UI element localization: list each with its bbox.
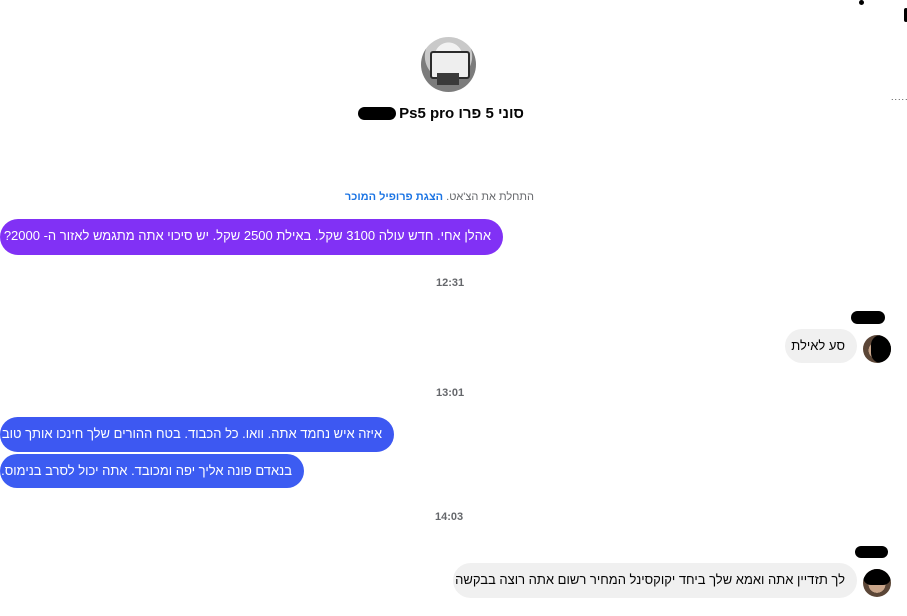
redaction-mark: [859, 0, 864, 5]
sender-avatar[interactable]: [863, 569, 891, 597]
outgoing-message[interactable]: בנאדם פונה אליך יפה ומכובד. אתה יכול לסר…: [0, 454, 304, 488]
timestamp: 14:03: [435, 511, 464, 523]
incoming-message[interactable]: לך תזדיין אתה ואמא שלך ביחד יקוקסינל המח…: [453, 563, 857, 598]
chat-started-notice: התחלת את הצ'אט. הצגת פרופיל המוכר: [345, 191, 534, 203]
sender-avatar[interactable]: [863, 335, 891, 363]
incoming-message[interactable]: סע לאילת: [785, 329, 857, 363]
redacted-avatar: [871, 335, 891, 363]
redacted-sender-name: [855, 546, 888, 558]
console-image-stand: [437, 73, 459, 85]
timestamp: 13:01: [436, 387, 465, 399]
started-chat-text: התחלת את הצ'אט.: [446, 191, 534, 203]
outgoing-message[interactable]: אהלן אחי. חדש עולה 3100 שקל. באילת 2500 …: [0, 219, 503, 255]
redacted-sender-name: [851, 311, 885, 324]
outgoing-message[interactable]: איזה איש נחמד אתה. וואו. כל הכבוד. בטח ה…: [0, 417, 394, 452]
view-seller-profile-link[interactable]: הצגת פרופיל המוכר: [345, 191, 443, 203]
chat-title[interactable]: סוני 5 פרו Ps5 pro ·: [390, 105, 524, 122]
product-avatar[interactable]: [421, 37, 476, 92]
more-options-icon[interactable]: ......: [891, 92, 907, 102]
timestamp: 12:31: [436, 277, 465, 289]
redacted-avatar: [863, 569, 891, 585]
